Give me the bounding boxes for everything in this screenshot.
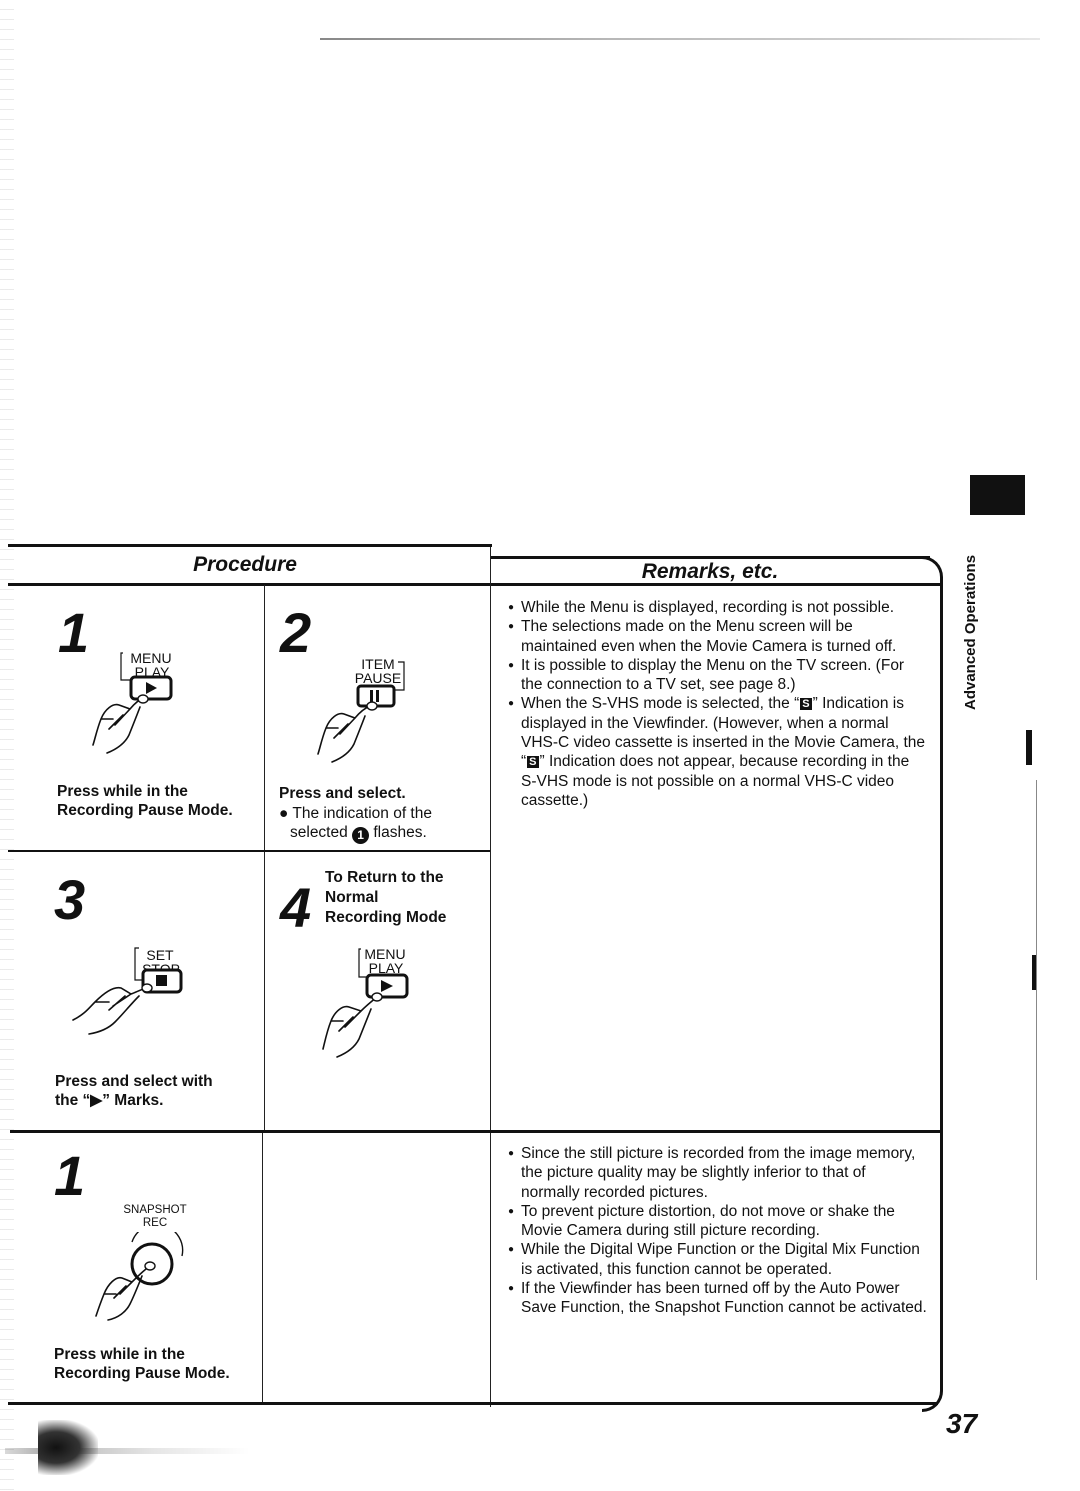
step-note: ● The indication of the selected 1 flash… (279, 804, 432, 844)
step-heading: To Return to the Normal Recording Mode (325, 868, 446, 928)
heading-line: To Return to the (325, 869, 444, 886)
row-divider (8, 850, 490, 852)
step-number: 3 (54, 868, 85, 931)
note-line: ● The indication of the (279, 805, 432, 822)
svhs-indicator-icon: S (800, 698, 812, 711)
table-bottom-rule (8, 1402, 938, 1405)
remark-item: While the Menu is displayed, recording i… (508, 598, 928, 617)
remarks-top-rule (490, 556, 930, 559)
hand-pressing-play-button-icon (92, 652, 173, 754)
note-line: selected 1 flashes. (290, 824, 427, 844)
procedure-header: Procedure (193, 553, 297, 576)
margin-rule (1036, 780, 1037, 1280)
remarks-header: Remarks, etc. (641, 560, 779, 583)
remarks-list-menu: While the Menu is displayed, recording i… (508, 598, 928, 810)
svhs-indicator-icon: S (527, 756, 539, 769)
step-number: 1 (58, 601, 89, 664)
remark-item: While the Digital Wipe Function or the D… (508, 1240, 928, 1279)
button-label-bottom: REC (142, 1217, 168, 1229)
caption-line: Press while in the (57, 783, 188, 800)
section-tab-marker (970, 475, 1025, 515)
remark-item: If the Viewfinder has been turned off by… (508, 1279, 928, 1318)
step-caption: Press and select with the “▶” Marks. (55, 1072, 213, 1110)
stop-icon (156, 975, 167, 986)
remark-item: When the S-VHS mode is selected, the “S”… (508, 694, 928, 810)
page-number: 37 (946, 1408, 978, 1439)
hand-pressing-snapshot-button-icon (95, 1232, 184, 1321)
remark-item: It is possible to display the Menu on th… (508, 656, 928, 695)
remarks-list-snapshot: Since the still picture is recorded from… (508, 1144, 928, 1318)
step-number: 1 (54, 1144, 85, 1207)
heading-line: Recording Mode (325, 909, 447, 926)
hand-pressing-play-button-icon (322, 948, 409, 1058)
button-label-top: SNAPSHOT (123, 1204, 187, 1216)
scan-artifact-blob (38, 1420, 98, 1475)
caption-line: the “▶” Marks. (55, 1092, 164, 1109)
table-top-rule (8, 544, 492, 547)
hand-pressing-pause-button-icon (317, 661, 405, 763)
procedure-column-divider-2 (262, 1132, 263, 1404)
step-caption: Press while in the Recording Pause Mode. (54, 1345, 230, 1383)
step-caption: Press while in the Recording Pause Mode. (57, 782, 233, 820)
caption-line: Press while in the (54, 1346, 185, 1363)
step-number: 2 (280, 601, 311, 664)
section-divider (10, 1130, 940, 1133)
remark-item: To prevent picture distortion, do not mo… (508, 1202, 928, 1241)
side-tab-label: Advanced Operations (962, 554, 979, 710)
margin-mark (1026, 730, 1032, 765)
remark-item: Since the still picture is recorded from… (508, 1144, 928, 1202)
circled-number-icon: 1 (352, 827, 370, 844)
scan-artifact-line (320, 38, 1040, 40)
caption-line: Press and select with (55, 1073, 213, 1090)
procedure-column-divider (264, 585, 265, 1130)
scan-artifact-edge (0, 0, 14, 1491)
step-number: 4 (280, 876, 311, 939)
step-caption: Press and select. (279, 785, 406, 802)
caption-line: Recording Pause Mode. (54, 1365, 230, 1382)
caption-line: Recording Pause Mode. (57, 802, 233, 819)
remark-item: The selections made on the Menu screen w… (508, 617, 928, 656)
heading-line: Normal (325, 889, 379, 906)
remarks-column-divider (490, 547, 491, 1407)
hand-pressing-stop-button-icon (72, 947, 183, 1035)
